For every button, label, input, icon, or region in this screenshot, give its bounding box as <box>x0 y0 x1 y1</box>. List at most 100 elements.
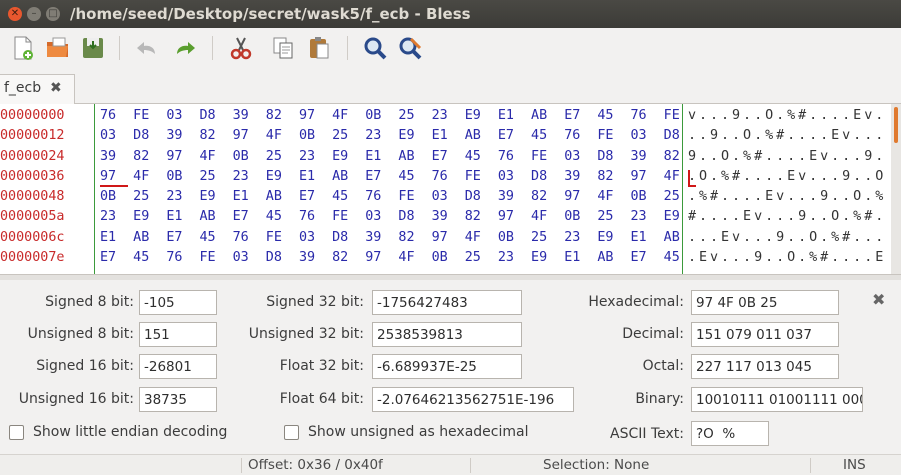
window-close-button[interactable]: ✕ <box>8 7 22 21</box>
hex-byte[interactable]: AB <box>465 126 481 146</box>
hex-byte[interactable]: AB <box>133 228 149 248</box>
hex-byte[interactable]: D8 <box>332 228 348 248</box>
hex-byte[interactable]: 25 <box>332 126 348 146</box>
hex-byte[interactable]: 82 <box>465 207 481 227</box>
hex-byte[interactable]: 03 <box>564 147 580 167</box>
checkbox-box[interactable] <box>9 424 24 440</box>
ascii-row[interactable]: .O.%#....Ev...9..O <box>688 167 888 187</box>
hex-byte[interactable]: AB <box>266 187 282 207</box>
hex-byte[interactable]: D8 <box>133 126 149 146</box>
hex-byte[interactable]: E1 <box>299 167 315 187</box>
hex-byte[interactable]: 0B <box>432 248 448 268</box>
unsigned-32-bit-field[interactable]: 2538539813 <box>372 322 522 347</box>
hex-view[interactable]: 00000000 00000012 00000024 00000036 00000048… <box>0 104 901 274</box>
hex-byte[interactable]: E9 <box>664 207 680 227</box>
hex-byte[interactable]: 45 <box>332 187 348 207</box>
hex-byte[interactable]: 0B <box>166 167 182 187</box>
hex-byte[interactable]: 39 <box>299 248 315 268</box>
hex-byte[interactable]: FE <box>531 147 547 167</box>
hex-byte[interactable]: 03 <box>233 248 249 268</box>
hex-byte[interactable]: 4F <box>266 126 282 146</box>
hex-byte[interactable]: 76 <box>100 106 116 126</box>
signed-32-bit-field[interactable]: -1756427483 <box>372 290 522 315</box>
hex-byte[interactable]: 76 <box>365 187 381 207</box>
hex-byte[interactable]: 4F <box>664 167 680 187</box>
hex-byte[interactable]: 03 <box>100 126 116 146</box>
hex-byte[interactable]: 82 <box>133 147 149 167</box>
hex-byte[interactable]: 39 <box>100 147 116 167</box>
decimal-field[interactable]: 151 079 011 037 <box>691 322 839 347</box>
signed-16-bit-field[interactable]: -26801 <box>139 354 217 379</box>
hex-byte[interactable]: 82 <box>597 167 613 187</box>
hex-byte[interactable]: 45 <box>597 106 613 126</box>
hex-byte[interactable]: 23 <box>498 248 514 268</box>
hex-byte[interactable]: 23 <box>166 187 182 207</box>
hex-byte[interactable]: AB <box>332 167 348 187</box>
hex-byte[interactable]: 4F <box>199 147 215 167</box>
hex-byte[interactable]: AB <box>398 147 414 167</box>
hex-byte[interactable]: 0B <box>631 187 647 207</box>
hex-byte[interactable]: FE <box>266 228 282 248</box>
hex-byte[interactable]: 0B <box>233 147 249 167</box>
hex-byte[interactable]: 97 <box>631 167 647 187</box>
hex-byte[interactable]: 4F <box>531 207 547 227</box>
hex-byte[interactable]: FE <box>398 187 414 207</box>
hex-byte[interactable]: E1 <box>166 207 182 227</box>
hex-byte[interactable]: D8 <box>199 106 215 126</box>
hex-byte[interactable]: AB <box>199 207 215 227</box>
hex-byte[interactable]: 23 <box>299 147 315 167</box>
ascii-row[interactable]: ..9..O.%#....Ev... <box>688 126 888 146</box>
ascii-row[interactable]: .%#....Ev...9..O.% <box>688 187 888 207</box>
hex-byte[interactable]: 45 <box>531 126 547 146</box>
unsigned-16-bit-field[interactable]: 38735 <box>139 387 217 412</box>
hex-byte[interactable]: 0B <box>365 106 381 126</box>
hex-byte[interactable]: 82 <box>664 147 680 167</box>
hex-byte[interactable]: 76 <box>233 228 249 248</box>
hex-byte[interactable]: E9 <box>133 207 149 227</box>
hex-byte[interactable]: E1 <box>564 248 580 268</box>
hex-byte[interactable]: 97 <box>432 228 448 248</box>
hex-byte[interactable]: 0B <box>564 207 580 227</box>
hex-byte[interactable]: FE <box>199 248 215 268</box>
hex-byte[interactable]: 39 <box>166 126 182 146</box>
cut-button[interactable] <box>228 35 254 61</box>
hex-byte[interactable]: 4F <box>332 106 348 126</box>
hex-byte[interactable]: 25 <box>398 106 414 126</box>
scrollbar-thumb[interactable] <box>894 107 898 143</box>
hex-byte[interactable]: 97 <box>233 126 249 146</box>
hex-byte[interactable]: 4F <box>133 167 149 187</box>
hexadecimal-field[interactable]: 97 4F 0B 25 <box>691 290 839 315</box>
hex-byte[interactable]: E9 <box>531 248 547 268</box>
ascii-row[interactable]: v...9..O.%#....Ev. <box>688 106 888 126</box>
save-button[interactable] <box>80 35 106 61</box>
float-64-bit-field[interactable]: -2.07646213562751E-196 <box>372 387 574 412</box>
hex-byte[interactable]: FE <box>332 207 348 227</box>
checkbox-box[interactable] <box>284 424 299 440</box>
hex-byte[interactable]: 23 <box>564 228 580 248</box>
hex-byte[interactable]: AB <box>597 248 613 268</box>
hex-byte[interactable]: 82 <box>199 126 215 146</box>
ascii-row[interactable]: #....Ev...9..O.%#. <box>688 207 888 227</box>
hex-byte[interactable]: E1 <box>365 147 381 167</box>
hex-byte[interactable]: 25 <box>465 248 481 268</box>
open-button[interactable] <box>45 35 71 61</box>
hex-byte[interactable]: 0B <box>498 228 514 248</box>
hex-byte[interactable]: 4F <box>597 187 613 207</box>
hex-byte[interactable]: 39 <box>365 228 381 248</box>
hex-byte[interactable]: D8 <box>465 187 481 207</box>
hex-byte[interactable]: 25 <box>133 187 149 207</box>
hex-byte[interactable]: 23 <box>100 207 116 227</box>
hex-byte[interactable]: 23 <box>233 167 249 187</box>
signed-8-bit-field[interactable]: -105 <box>139 290 217 315</box>
hex-byte[interactable]: 25 <box>597 207 613 227</box>
hex-byte[interactable]: 76 <box>631 106 647 126</box>
copy-button[interactable] <box>270 35 296 61</box>
ascii-row[interactable]: .Ev...9..O.%#....E <box>688 248 888 268</box>
ascii-column[interactable]: v...9..O.%#....Ev. ..9..O.%#....Ev... 9..O… <box>688 106 888 268</box>
hex-byte[interactable]: E7 <box>166 228 182 248</box>
tab-close-icon[interactable]: ✖ <box>50 80 62 96</box>
hex-byte[interactable]: E1 <box>100 228 116 248</box>
hex-byte[interactable]: 03 <box>432 187 448 207</box>
hex-byte[interactable]: 76 <box>299 207 315 227</box>
window-maximize-button[interactable]: □ <box>46 7 60 21</box>
